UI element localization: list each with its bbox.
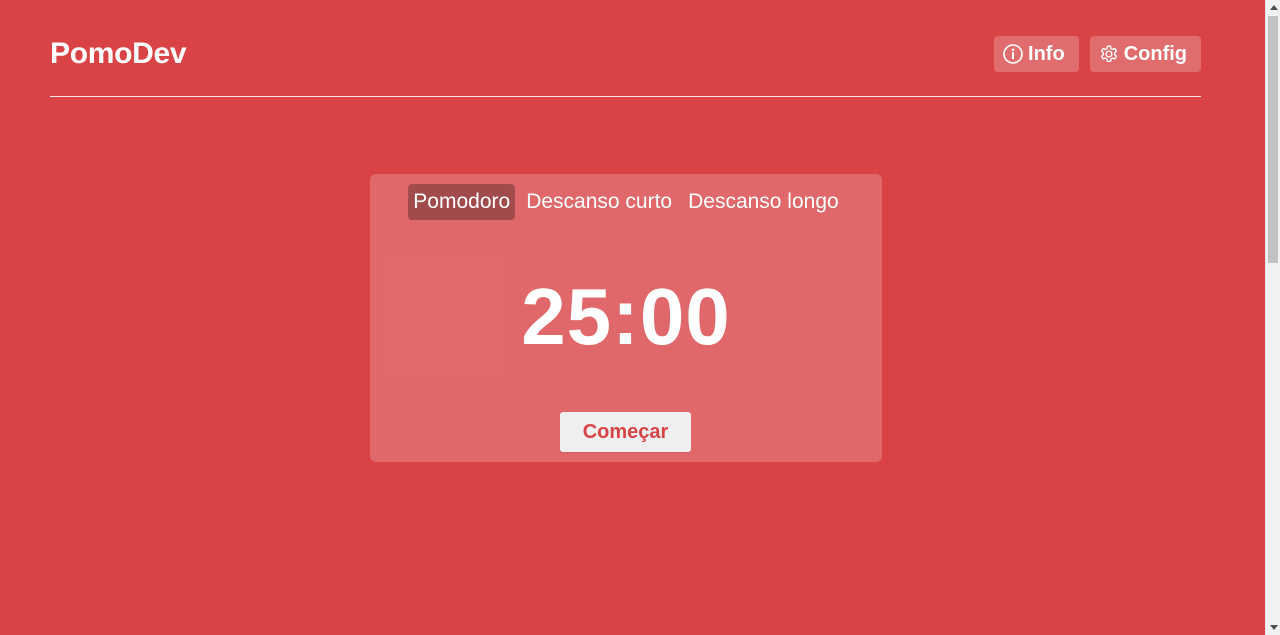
info-button-label: Info [1028,43,1065,65]
app-logo[interactable]: PomoDev [50,37,187,71]
tab-descanso-longo[interactable]: Descanso longo [683,184,844,220]
timer-mode-tabs: Pomodoro Descanso curto Descanso longo [370,184,882,220]
config-button[interactable]: Config [1089,36,1201,72]
start-button[interactable]: Começar [560,412,691,452]
scroll-down-arrow-icon[interactable] [1266,620,1280,635]
tab-descanso-curto[interactable]: Descanso curto [521,184,677,220]
header: PomoDev Info Config [50,0,1201,97]
timer-card: Pomodoro Descanso curto Descanso longo 2… [370,174,882,462]
header-nav: Info Config [994,36,1201,72]
page: PomoDev Info Config Pomodoro Descanso cu… [0,0,1265,635]
info-circle-icon [1002,43,1024,65]
scroll-up-arrow-icon[interactable] [1266,0,1280,15]
info-button[interactable]: Info [994,36,1079,72]
config-button-label: Config [1123,43,1187,65]
tab-pomodoro[interactable]: Pomodoro [408,184,516,220]
timer-display: 25:00 [521,272,731,361]
scrollbar-thumb[interactable] [1268,16,1278,263]
vertical-scrollbar[interactable] [1265,0,1280,635]
gear-icon [1098,43,1120,65]
